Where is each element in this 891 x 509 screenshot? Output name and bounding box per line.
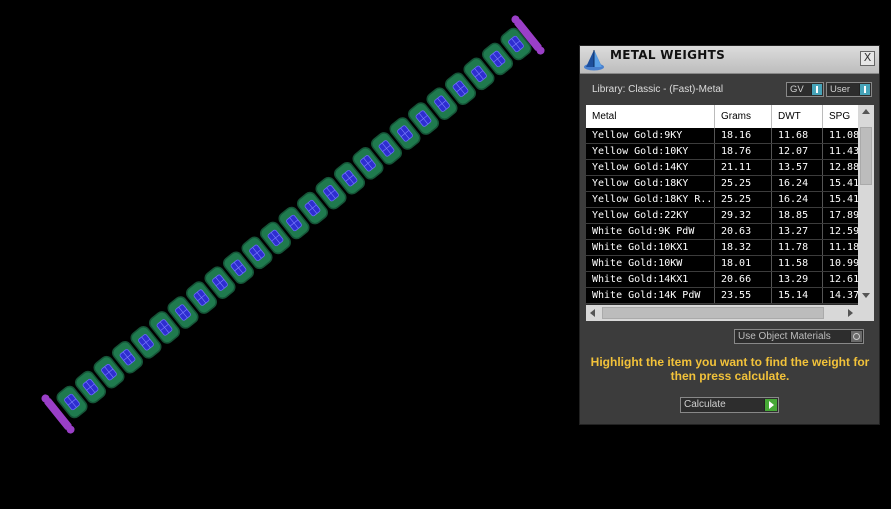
cell-spg: 12.61 — [829, 274, 858, 285]
scroll-right-arrow-icon[interactable] — [848, 309, 853, 317]
cell-dwt: 11.68 — [772, 128, 823, 143]
cell-metal: Yellow Gold:22KY — [586, 208, 715, 223]
cell-metal: White Gold:14KX1 — [586, 272, 715, 287]
table-row[interactable]: Yellow Gold:10KY 18.76 12.07 11.43 — [586, 144, 858, 160]
cell-grams: 29.32 — [715, 208, 772, 223]
cell-spg: 12.59 — [829, 226, 858, 237]
cell-grams: 21.11 — [715, 160, 772, 175]
vertical-scroll-thumb[interactable] — [860, 127, 872, 185]
cell-dwt: 15.14 — [772, 288, 823, 303]
calculate-button[interactable]: Calculate — [680, 397, 779, 413]
column-header-metal[interactable]: Metal — [586, 105, 715, 128]
use-object-materials-toggle[interactable]: Use Object Materials — [734, 329, 864, 344]
metal-weights-table[interactable]: Metal Grams DWT SPG Yellow Gold:9KY 18.16… — [586, 105, 874, 321]
table-row[interactable]: Yellow Gold:22KY 29.32 18.85 17.89 — [586, 208, 858, 224]
cell-spg: 15.41 — [829, 178, 858, 189]
cell-grams: 18.16 — [715, 128, 772, 143]
cell-metal: White Gold:10KX1 — [586, 240, 715, 255]
column-header-dwt[interactable]: DWT — [772, 105, 823, 128]
cell-grams: 18.32 — [715, 240, 772, 255]
cell-grams: 18.01 — [715, 256, 772, 271]
cell-spg: 11.18 — [829, 242, 858, 253]
instruction-message: Highlight the item you want to find the … — [590, 355, 870, 383]
gv-toggle-label: GV — [790, 84, 804, 95]
radio-indicator-icon — [850, 331, 862, 342]
library-label: Library: Classic - (Fast)-Metal — [592, 84, 724, 95]
column-header-grams[interactable]: Grams — [715, 105, 772, 128]
table-row[interactable]: Yellow Gold:9KY 18.16 11.68 11.08 — [586, 128, 858, 144]
cell-grams: 18.76 — [715, 144, 772, 159]
cell-metal: Yellow Gold:9KY — [586, 128, 715, 143]
cell-dwt: 12.07 — [772, 144, 823, 159]
scroll-up-arrow-icon[interactable] — [862, 109, 870, 114]
scroll-left-arrow-icon[interactable] — [590, 309, 595, 317]
cell-dwt: 18.85 — [772, 208, 823, 223]
toggle-indicator-icon — [811, 84, 822, 95]
close-button[interactable]: X — [860, 51, 875, 66]
metal-weights-panel: METAL WEIGHTS X Library: Classic - (Fast… — [579, 45, 880, 425]
calculate-label: Calculate — [684, 399, 726, 410]
cell-grams: 25.25 — [715, 192, 772, 207]
cell-spg: 14.37 — [829, 290, 858, 301]
table-row[interactable]: Yellow Gold:18KY 25.25 16.24 15.41 — [586, 176, 858, 192]
cell-spg: 10.99 — [829, 258, 858, 269]
cell-dwt: 11.78 — [772, 240, 823, 255]
panel-title: METAL WEIGHTS — [610, 48, 726, 62]
table-body: Yellow Gold:9KY 18.16 11.68 11.08 Yellow Gol… — [586, 128, 858, 304]
use-object-materials-label: Use Object Materials — [738, 331, 831, 342]
cell-dwt: 16.24 — [772, 192, 823, 207]
cell-grams: 25.25 — [715, 176, 772, 191]
horizontal-scrollbar[interactable] — [586, 305, 858, 321]
user-toggle-label: User — [830, 84, 851, 95]
toggle-indicator-icon — [859, 84, 870, 95]
3d-viewport[interactable] — [0, 0, 580, 505]
vertical-scrollbar[interactable] — [858, 105, 874, 305]
table-row[interactable]: White Gold:14KX1 20.66 13.29 12.61 — [586, 272, 858, 288]
cell-spg: 11.43 — [829, 146, 858, 157]
horizontal-scroll-thumb[interactable] — [602, 307, 824, 319]
app-logo-icon — [582, 48, 606, 72]
cell-metal: Yellow Gold:14KY — [586, 160, 715, 175]
cell-dwt: 16.24 — [772, 176, 823, 191]
cell-spg: 12.88 — [829, 162, 858, 173]
table-row[interactable]: White Gold:10KX1 18.32 11.78 11.18 — [586, 240, 858, 256]
cell-spg: 11.08 — [829, 130, 858, 141]
cell-dwt: 13.57 — [772, 160, 823, 175]
cell-dwt: 13.29 — [772, 272, 823, 287]
cell-metal: White Gold:9K PdW — [586, 224, 715, 239]
scrollbar-corner — [858, 305, 874, 321]
table-row[interactable]: Yellow Gold:14KY 21.11 13.57 12.88 — [586, 160, 858, 176]
table-row[interactable]: White Gold:9K PdW 20.63 13.27 12.59 — [586, 224, 858, 240]
cell-spg: 15.41 — [829, 194, 858, 205]
play-arrow-icon — [764, 399, 777, 411]
table-header: Metal Grams DWT SPG — [586, 105, 858, 128]
bracelet-model[interactable] — [0, 0, 580, 505]
cell-metal: Yellow Gold:18KY — [586, 176, 715, 191]
table-row[interactable]: Yellow Gold:18KY R... 25.25 16.24 15.41 — [586, 192, 858, 208]
table-row[interactable]: White Gold:14K PdW 23.55 15.14 14.37 — [586, 288, 858, 304]
gv-toggle[interactable]: GV — [786, 82, 824, 97]
cell-dwt: 13.27 — [772, 224, 823, 239]
scroll-down-arrow-icon[interactable] — [862, 293, 870, 298]
table-row[interactable]: White Gold:10KW 18.01 11.58 10.99 — [586, 256, 858, 272]
user-toggle[interactable]: User — [826, 82, 872, 97]
cell-grams: 20.63 — [715, 224, 772, 239]
panel-titlebar[interactable]: METAL WEIGHTS X — [580, 46, 879, 74]
cell-metal: Yellow Gold:10KY — [586, 144, 715, 159]
column-header-spg[interactable]: SPG — [823, 105, 858, 128]
cell-spg: 17.89 — [829, 210, 858, 221]
cell-metal: White Gold:14K PdW — [586, 288, 715, 303]
cell-metal: Yellow Gold:18KY R... — [586, 192, 715, 207]
cell-metal: White Gold:10KW — [586, 256, 715, 271]
cell-grams: 20.66 — [715, 272, 772, 287]
cell-dwt: 11.58 — [772, 256, 823, 271]
cell-grams: 23.55 — [715, 288, 772, 303]
